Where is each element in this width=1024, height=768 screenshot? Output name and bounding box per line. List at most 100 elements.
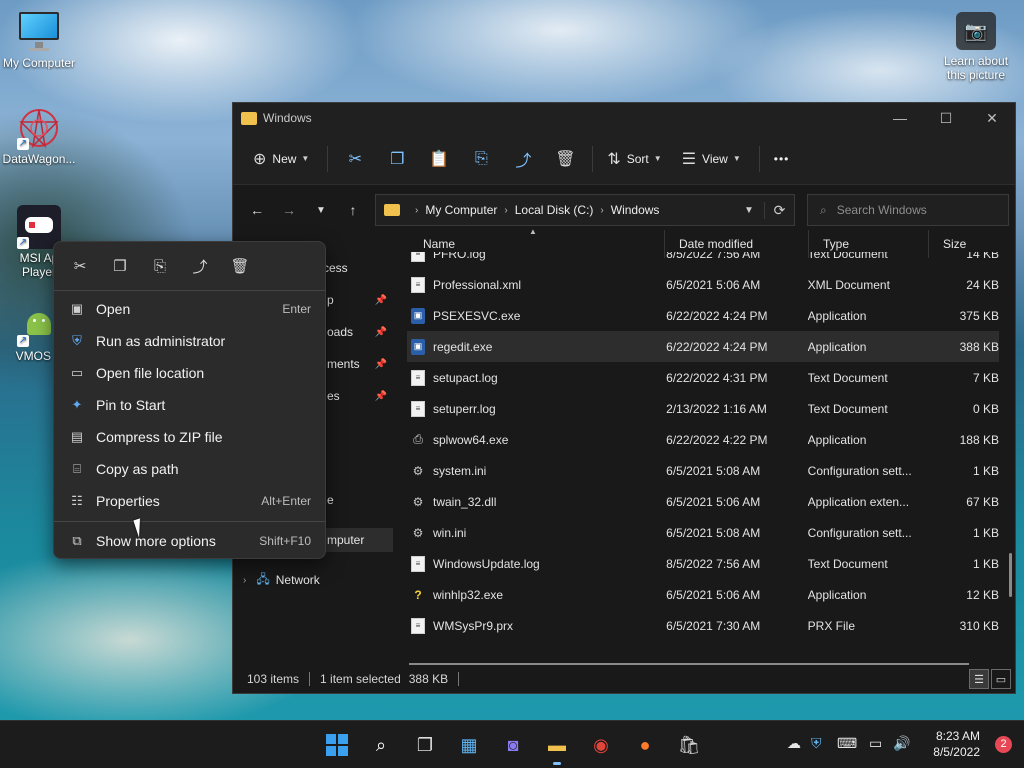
task-view-button[interactable]: ❐ [409, 729, 441, 761]
up-button[interactable]: ↑ [337, 194, 369, 226]
recent-locations-button[interactable]: ▼ [305, 194, 337, 226]
rename-button[interactable]: ⎘ [460, 143, 502, 175]
context-item-compress-to-zip-file[interactable]: ▤ Compress to ZIP file [60, 422, 319, 452]
context-delete-button[interactable]: 🗑 [220, 254, 260, 278]
store-taskbar-button[interactable]: 🛍 [673, 729, 705, 761]
breadcrumb-my-computer[interactable]: My Computer [425, 203, 497, 217]
view-button[interactable]: ☰ View ▼ [674, 143, 749, 175]
column-header-label: Type [823, 237, 850, 251]
breadcrumb-windows[interactable]: Windows [611, 203, 660, 217]
file-row[interactable]: ≡ PFRO.log 8/5/2022 7:56 AM Text Document 14… [407, 252, 999, 269]
file-row[interactable]: ≡ WindowsUpdate.log 8/5/2022 7:56 AM Text D… [407, 548, 999, 579]
context-item-run-as-administrator[interactable]: ⛨ Run as administrator [60, 326, 319, 356]
security-icon[interactable]: ⛨ [811, 735, 822, 752]
breadcrumb-local-disk[interactable]: Local Disk (C:) [515, 203, 594, 217]
learn-about-picture[interactable]: 📷 Learn about this picture [938, 12, 1014, 82]
title-bar[interactable]: Windows — ☐ ✕ [233, 103, 1015, 133]
volume-icon[interactable]: 🔊 [893, 735, 910, 752]
nav-item-label: mputer [327, 533, 365, 547]
nav-item-label: p [327, 293, 334, 307]
tiles-view-icon: ▭ [995, 673, 1007, 686]
vertical-scrollbar[interactable] [1009, 553, 1012, 597]
search-button[interactable]: ⌕ [365, 729, 397, 761]
forward-button[interactable]: → [273, 194, 305, 226]
details-view-button[interactable]: ☰ [969, 669, 989, 689]
file-row[interactable]: ⚙ win.ini 6/5/2021 5:08 AM Configuration se… [407, 517, 999, 548]
desktop-icon-datawagon[interactable]: ↗ DataWagon... [0, 106, 78, 166]
context-item-copy-as-path[interactable]: ⌸ Copy as path [60, 454, 319, 484]
file-name-cell: ≡ setuperr.log [407, 400, 664, 417]
file-rows: ≡ PFRO.log 8/5/2022 7:56 AM Text Document 14… [407, 252, 999, 646]
file-date: 6/22/2022 4:31 PM [666, 370, 768, 385]
chrome-taskbar-button[interactable]: ◉ [585, 729, 617, 761]
file-name: PSEXESVC.exe [433, 308, 521, 323]
widgets-button[interactable]: ▦ [453, 729, 485, 761]
file-row[interactable]: ? winhlp32.exe 6/5/2021 5:06 AM Application… [407, 579, 999, 610]
file-type: Application [807, 308, 867, 323]
copy-icon: ❐ [390, 150, 405, 168]
file-size: 1 KB [972, 556, 999, 571]
new-button[interactable]: ⊕ New ▼ [245, 143, 317, 175]
chat-button[interactable]: ◙ [497, 729, 529, 761]
file-row[interactable]: ≡ WMSysPr9.prx 6/5/2021 7:30 AM PRX File 310… [407, 610, 999, 641]
nav-item-network[interactable]: › 🖧 Network [233, 568, 393, 592]
context-copy-button[interactable]: ❐ [100, 254, 140, 278]
back-button[interactable]: ← [241, 194, 273, 226]
context-item-open-file-location[interactable]: ▭ Open file location [60, 358, 319, 388]
file-row[interactable]: ▣ regedit.exe 6/22/2022 4:24 PM Application… [407, 331, 999, 362]
copy-icon: ❐ [113, 258, 127, 275]
paste-button[interactable]: 📋 [418, 143, 460, 175]
file-name: win.ini [433, 525, 467, 540]
address-bar[interactable]: › My Computer › Local Disk (C:) › Window… [375, 194, 795, 226]
clock[interactable]: 8:23 AM 8/5/2022 [933, 728, 980, 760]
delete-button[interactable]: 🗑 [544, 143, 586, 175]
refresh-button[interactable]: ⟳ [764, 201, 794, 219]
file-name-cell: ⚙ system.ini [407, 463, 664, 479]
chevron-right-icon[interactable]: › [243, 575, 246, 586]
file-row[interactable]: ≡ setuperr.log 2/13/2022 1:16 AM Text Docum… [407, 393, 999, 424]
context-cut-button[interactable]: ✂ [60, 254, 100, 278]
onedrive-icon[interactable]: ☁ [787, 735, 801, 752]
file-row[interactable]: ≡ setupact.log 6/22/2022 4:31 PM Text Docum… [407, 362, 999, 393]
shield-icon: ⛨ [72, 333, 82, 348]
arrow-right-icon: → [282, 202, 296, 218]
copy-button[interactable]: ❐ [376, 143, 418, 175]
sort-button[interactable]: ⇅ Sort ▼ [599, 143, 669, 175]
notification-badge[interactable]: 2 [995, 736, 1012, 753]
context-rename-button[interactable]: ⎘ [140, 254, 180, 278]
file-name-cell: ≡ setupact.log [407, 369, 664, 386]
maximize-button[interactable]: ☐ [923, 103, 969, 133]
file-row[interactable]: ▣ PSEXESVC.exe 6/22/2022 4:24 PM Applicatio… [407, 300, 999, 331]
file-explorer-taskbar-button[interactable]: ▬ [541, 729, 573, 765]
start-button[interactable] [321, 729, 353, 761]
file-row[interactable]: ⎙ splwow64.exe 6/22/2022 4:22 PM Applicatio… [407, 424, 999, 455]
address-history-dropdown[interactable]: ▼ [734, 205, 764, 216]
minimize-button[interactable]: — [877, 103, 923, 133]
new-label: New [272, 151, 297, 166]
tiles-view-button[interactable]: ▭ [991, 669, 1011, 689]
network-icon[interactable]: ▭ [869, 735, 882, 752]
context-share-button[interactable]: ⤴ [180, 254, 220, 278]
firefox-taskbar-button[interactable]: ● [629, 729, 661, 761]
file-type: Application [807, 432, 867, 447]
desktop-icon-my-computer[interactable]: My Computer [0, 10, 78, 70]
context-item-properties[interactable]: ☷ Properties Alt+Enter [60, 486, 319, 516]
search-box[interactable]: ⌕ Search Windows [807, 194, 1009, 226]
share-button[interactable]: ⤴ [502, 143, 544, 175]
keyboard-icon[interactable]: ⌨ [837, 735, 857, 752]
status-divider [458, 672, 460, 686]
file-row[interactable]: ⚙ twain_32.dll 6/5/2021 5:06 AM Application… [407, 486, 999, 517]
search-icon: ⌕ [375, 734, 387, 755]
file-row[interactable]: ≡ Professional.xml 6/5/2021 5:06 AM XML Doc… [407, 269, 999, 300]
close-button[interactable]: ✕ [969, 103, 1015, 133]
cut-button[interactable]: ✂ [334, 143, 376, 175]
file-size: 1 KB [972, 525, 999, 540]
pin-icon: 📌 [374, 358, 387, 370]
context-show-more-options[interactable]: ⧉ Show more options Shift+F10 [60, 526, 319, 556]
file-type: Text Document [807, 556, 888, 571]
file-doc-icon: ≡ [411, 369, 425, 386]
context-item-open[interactable]: ▣ Open Enter [60, 294, 319, 324]
more-options-button[interactable]: ••• [766, 143, 798, 175]
file-row[interactable]: ⚙ system.ini 6/5/2021 5:08 AM Configuration… [407, 455, 999, 486]
context-item-pin-to-start[interactable]: ✦ Pin to Start [60, 390, 319, 420]
